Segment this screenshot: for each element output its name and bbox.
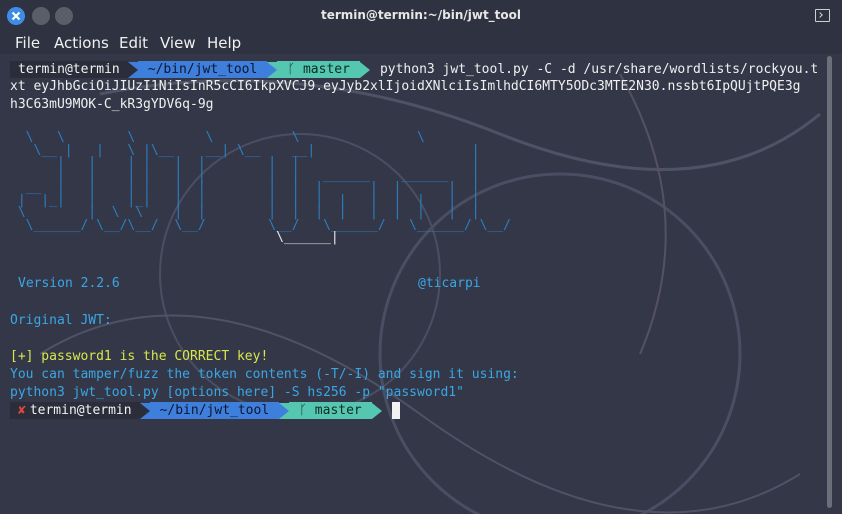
branch-name: master — [314, 403, 362, 418]
prompt-path: ~/bin/jwt_tool — [137, 61, 268, 78]
prompt-line: termin@termin ~/bin/jwt_tool ᚴ master py… — [10, 61, 818, 78]
menu-actions[interactable]: Actions — [54, 34, 109, 52]
command-continuation: h3C63mU9MOK-C_kR3gYDV6q-9g — [10, 97, 214, 112]
terminal-window: termin@termin:~/bin/jwt_tool File Action… — [0, 0, 842, 514]
prompt-separator — [267, 61, 278, 78]
prompt-separator — [139, 402, 150, 419]
prompt-branch: ᚴ master — [289, 402, 372, 419]
prompt-separator — [359, 61, 370, 78]
vertical-scrollbar[interactable] — [827, 56, 832, 508]
terminal-area[interactable]: termin@termin ~/bin/jwt_tool ᚴ master py… — [0, 54, 842, 514]
git-branch-icon: ᚴ — [299, 403, 315, 418]
original-jwt-label: Original JWT: — [10, 313, 112, 328]
author-label: @ticarpi — [418, 276, 481, 291]
command-continuation: xt eyJhbGciOiJIUzI1NiIsInR5cCI6IkpXVCJ9.… — [10, 79, 801, 94]
branch-name: master — [302, 62, 350, 77]
result-message: [+] password1 is the CORRECT key! — [10, 349, 269, 364]
menu-bar: File Actions Edit View Help — [0, 32, 842, 54]
terminal-icon[interactable] — [815, 9, 830, 22]
prompt-user: ✘ termin@termin — [10, 402, 140, 419]
menu-help[interactable]: Help — [207, 34, 241, 52]
menu-file[interactable]: File — [15, 34, 40, 52]
prompt-separator — [127, 61, 138, 78]
prompt-line: ✘ termin@termin ~/bin/jwt_tool ᚴ master — [10, 402, 400, 419]
menu-edit[interactable]: Edit — [119, 34, 148, 52]
prompt-separator — [371, 402, 382, 419]
prompt-separator — [279, 402, 290, 419]
prompt-branch: ᚴ master — [277, 61, 360, 78]
prompt-path: ~/bin/jwt_tool — [149, 402, 280, 419]
version-label: Version 2.2.6 — [18, 276, 120, 291]
hint-message: You can tamper/fuzz the token contents (… — [10, 367, 519, 382]
git-branch-icon: ᚴ — [287, 62, 303, 77]
jwt-tool-ascii-logo: \ \ \ \ \ \ \__ | | \ |\__ __| \__ __| |… — [17, 130, 511, 245]
error-status-icon: ✘ — [18, 403, 26, 418]
title-bar: termin@termin:~/bin/jwt_tool — [0, 0, 842, 32]
prompt-username: termin@termin — [29, 403, 132, 418]
window-title: termin@termin:~/bin/jwt_tool — [320, 8, 522, 22]
example-command: python3 jwt_tool.py [options here] -S hs… — [10, 385, 464, 400]
command-text: python3 jwt_tool.py -C -d /usr/share/wor… — [379, 62, 819, 77]
text-cursor[interactable] — [391, 402, 400, 419]
menu-view[interactable]: View — [160, 34, 196, 52]
prompt-user: termin@termin — [10, 61, 128, 78]
